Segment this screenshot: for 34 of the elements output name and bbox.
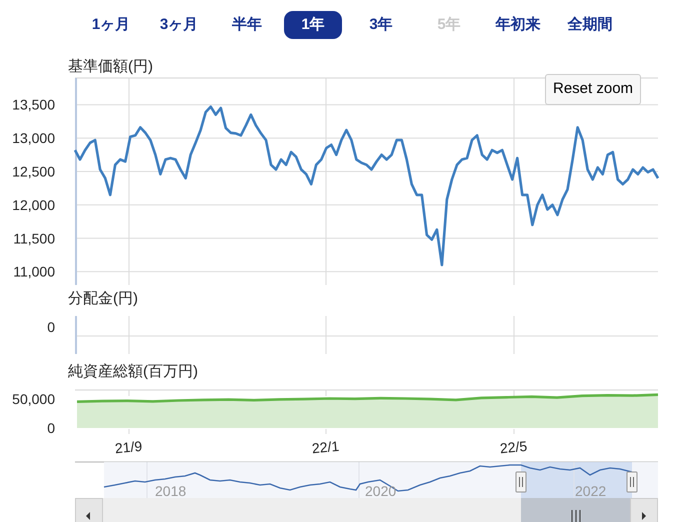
axis-label: 13,000 [12,130,55,146]
scroll-right-button[interactable] [630,498,658,522]
chart-title: 基準価額(円) [68,58,153,75]
axis-label: 11,000 [13,264,55,280]
period-tab[interactable]: 3年 [350,11,412,39]
period-tab[interactable]: 3ヶ月 [148,11,210,39]
axis-label: 11,500 [13,230,55,246]
chart-title: 分配金(円) [68,290,138,307]
year-label: 2020 [365,483,396,499]
left-arrow-icon [86,512,90,520]
range-handle[interactable] [626,472,638,492]
axis-label: 22/5 [499,438,528,456]
axis-label: 21/9 [114,438,143,456]
chart-title: 純資産総額(百万円) [68,363,198,380]
year-label: 2022 [575,483,606,499]
axis-label: 12,000 [12,196,55,213]
year-label: 2018 [155,483,186,499]
period-tab[interactable]: 1ヶ月 [82,11,140,39]
navigator-selection[interactable] [521,462,632,498]
axis-label: 0 [47,420,55,436]
period-tab[interactable]: 全期間 [558,11,622,39]
axis-label: 50,000 [12,390,55,407]
axis-label: 13,500 [12,96,55,113]
right-arrow-icon [642,512,646,520]
reset-zoom-button[interactable]: Reset zoom [545,74,642,105]
period-tab[interactable]: 年初来 [486,11,550,39]
period-tab[interactable]: 半年 [218,11,276,39]
axis-label: 12,500 [12,163,55,180]
axis-label: 0 [47,319,55,335]
scrollbar-thumb[interactable] [521,498,632,522]
scroll-left-button[interactable] [75,498,103,522]
axis-label: 22/1 [311,438,340,456]
range-handle[interactable] [516,472,526,492]
period-tab[interactable]: 1年 [284,11,342,39]
